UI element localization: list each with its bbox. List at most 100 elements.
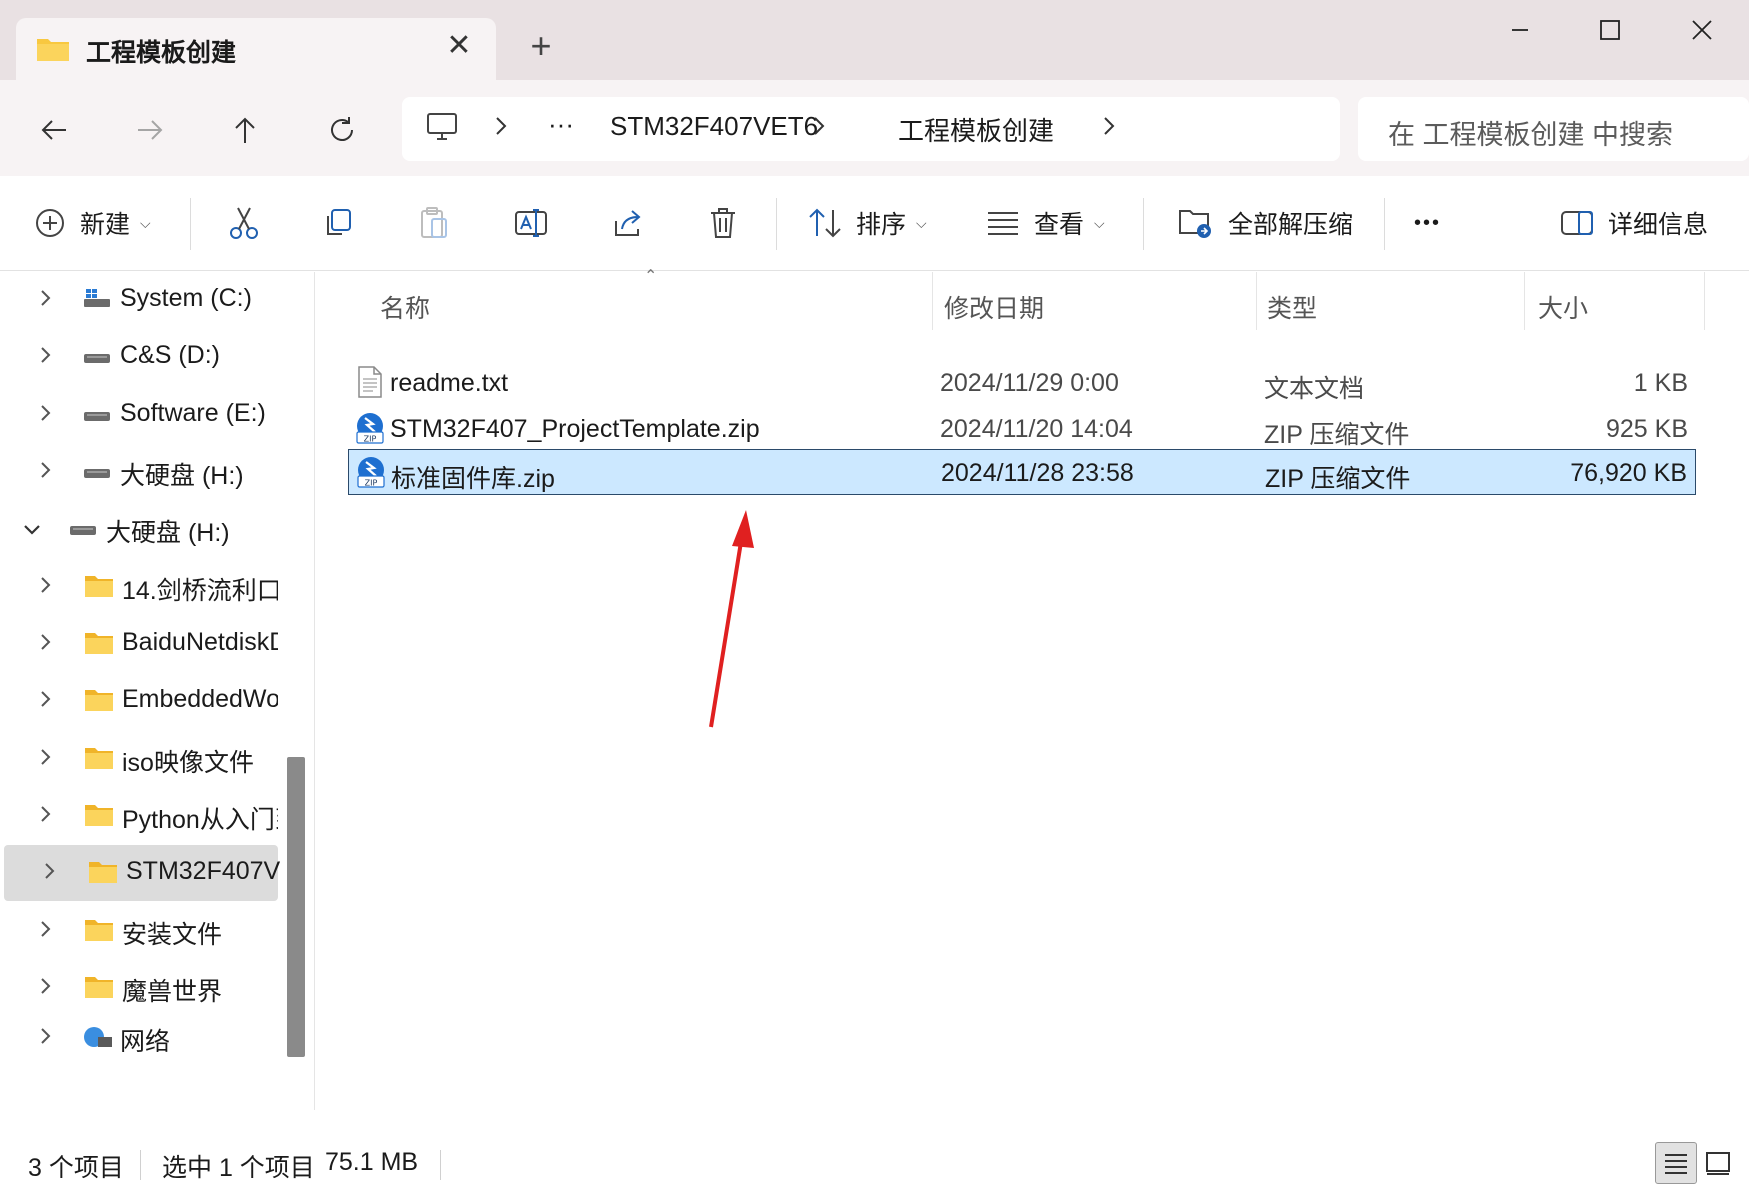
refresh-icon	[331, 117, 353, 141]
column-divider[interactable]	[1256, 272, 1257, 330]
sidebar-item[interactable]: System (C:)	[0, 272, 278, 328]
search-box[interactable]: 在 工程模板创建 中搜索	[1358, 97, 1749, 161]
chevron-down-icon[interactable]	[22, 516, 42, 542]
address-bar[interactable]: ··· STM32F407VET6 工程模板创建	[402, 97, 1340, 161]
column-modified[interactable]: 修改日期	[944, 282, 1044, 332]
divider	[776, 198, 777, 250]
sort-button[interactable]: 排序 ⌵	[808, 198, 927, 248]
chevron-right-icon[interactable]	[36, 746, 56, 772]
chevron-right-icon[interactable]	[36, 803, 56, 829]
tab-active[interactable]: 工程模板创建 ✕	[16, 18, 496, 80]
command-bar: 新建 ⌵ 排序 ⌵ 查看 ⌵ 全部解压缩 ••• 详细信息	[0, 176, 1749, 271]
zip-file-icon: ZIP	[354, 412, 386, 449]
close-window-button[interactable]	[1672, 10, 1732, 50]
chevron-right-icon[interactable]	[36, 402, 56, 428]
forward-button[interactable]	[128, 108, 172, 152]
zip-file-icon: ZIP	[355, 456, 387, 493]
chevron-right-icon[interactable]	[36, 1025, 56, 1051]
sidebar-item-label: 14.剑桥流利口语	[122, 577, 278, 605]
file-row[interactable]: readme.txt 2024/11/29 0:00 文本文档 1 KB	[348, 360, 1696, 406]
maximize-button[interactable]	[1580, 10, 1640, 50]
copy-button[interactable]	[322, 198, 354, 248]
sidebar-item-label: System (C:)	[120, 284, 252, 312]
refresh-button[interactable]	[320, 108, 364, 152]
sidebar-item[interactable]: 安装文件	[0, 903, 278, 959]
sidebar-item[interactable]: BaiduNetdiskDownload	[0, 616, 278, 672]
column-name[interactable]: 名称	[380, 282, 430, 332]
breadcrumb-stm32f407vet6[interactable]: STM32F407VET6	[610, 111, 818, 142]
tab-close-icon[interactable]: ✕	[444, 31, 474, 61]
chevron-right-icon[interactable]	[36, 344, 56, 370]
sidebar-item-label: 魔兽世界	[122, 978, 223, 1006]
chevron-right-icon[interactable]	[36, 287, 56, 313]
sidebar-item[interactable]: 大硬盘 (H:)	[0, 444, 278, 500]
sidebar-item-label: 大硬盘 (H:)	[120, 462, 244, 490]
sidebar-item[interactable]: C&S (D:)	[0, 329, 278, 385]
delete-button[interactable]	[708, 198, 738, 248]
back-button[interactable]	[32, 108, 76, 152]
sidebar-item-label: Python从入门到精通	[122, 806, 278, 834]
file-size: 1 KB	[1633, 369, 1688, 397]
cut-button[interactable]	[228, 198, 260, 248]
sidebar-scrollbar-thumb[interactable]	[287, 757, 305, 1057]
arrow-right-icon	[138, 120, 163, 140]
sidebar-item[interactable]: 14.剑桥流利口语	[0, 559, 278, 615]
chevron-right-icon[interactable]	[1102, 113, 1116, 144]
new-tab-button[interactable]: +	[525, 28, 557, 64]
extract-all-label: 全部解压缩	[1228, 211, 1354, 239]
more-icon: •••	[1414, 211, 1442, 234]
view-button[interactable]: 查看 ⌵	[986, 198, 1105, 248]
file-row[interactable]: ZIP STM32F407_ProjectTemplate.zip 2024/11/…	[348, 406, 1696, 452]
column-divider[interactable]	[932, 272, 933, 330]
chevron-down-icon: ⌵	[916, 214, 927, 231]
breadcrumb-overflow[interactable]: ···	[548, 109, 574, 140]
minimize-button[interactable]	[1490, 10, 1550, 50]
sidebar-item[interactable]: iso映像文件	[0, 731, 278, 787]
file-row[interactable]: ZIP 标准固件库.zip 2024/11/28 23:58 ZIP 压缩文件 76,9…	[348, 449, 1696, 495]
up-button[interactable]	[223, 108, 267, 152]
folder-icon	[36, 36, 70, 67]
more-options-button[interactable]: •••	[1414, 198, 1441, 248]
chevron-right-icon[interactable]	[494, 113, 508, 144]
chevron-right-icon[interactable]	[36, 459, 56, 485]
status-bar: 3 个项目 选中 1 个项目 75.1 MB	[0, 1140, 1749, 1187]
chevron-right-icon[interactable]	[36, 688, 56, 714]
sidebar-item[interactable]: STM32F407VET6	[4, 845, 282, 901]
breadcrumb-current[interactable]: 工程模板创建	[898, 111, 1054, 148]
plus-circle-icon	[36, 209, 64, 237]
file-type: 文本文档	[1264, 375, 1365, 403]
search-input[interactable]: 在 工程模板创建 中搜索	[1388, 113, 1673, 152]
column-divider[interactable]	[1704, 272, 1705, 330]
new-label: 新建	[80, 211, 131, 239]
chevron-right-icon[interactable]	[36, 918, 56, 944]
sidebar-item[interactable]: 大硬盘 (H:)	[0, 501, 278, 557]
details-pane-button[interactable]: 详细信息	[1560, 198, 1708, 248]
maximize-icon	[1600, 20, 1620, 40]
column-divider[interactable]	[1524, 272, 1525, 330]
rename-button[interactable]	[514, 198, 548, 248]
share-button[interactable]	[612, 198, 646, 248]
sidebar-item[interactable]: EmbeddedWorkspace	[0, 673, 278, 729]
extract-all-button[interactable]: 全部解压缩	[1178, 198, 1353, 248]
pane-divider[interactable]	[314, 272, 315, 1110]
share-icon	[615, 210, 641, 236]
chevron-right-icon[interactable]	[812, 113, 826, 144]
sidebar-item[interactable]: 魔兽世界	[0, 960, 278, 1016]
new-button[interactable]: 新建 ⌵	[34, 198, 151, 248]
chevron-right-icon[interactable]	[40, 860, 60, 886]
sidebar-item[interactable]: Software (E:)	[0, 387, 278, 443]
tiles-view-button[interactable]	[1697, 1142, 1739, 1184]
chevron-right-icon[interactable]	[36, 975, 56, 1001]
sidebar-item[interactable]: 网络	[0, 1010, 278, 1066]
sidebar-item[interactable]: Python从入门到精通	[0, 788, 278, 844]
svg-text:ZIP: ZIP	[365, 479, 378, 488]
paste-button[interactable]	[418, 198, 450, 248]
details-view-button[interactable]	[1655, 1142, 1697, 1184]
column-type[interactable]: 类型	[1267, 282, 1317, 332]
this-pc-icon[interactable]	[426, 111, 458, 150]
file-name: 标准固件库.zip	[391, 465, 555, 493]
chevron-right-icon[interactable]	[36, 574, 56, 600]
chevron-right-icon[interactable]	[36, 631, 56, 657]
drive-icon	[82, 402, 112, 431]
column-size[interactable]: 大小	[1538, 282, 1588, 332]
